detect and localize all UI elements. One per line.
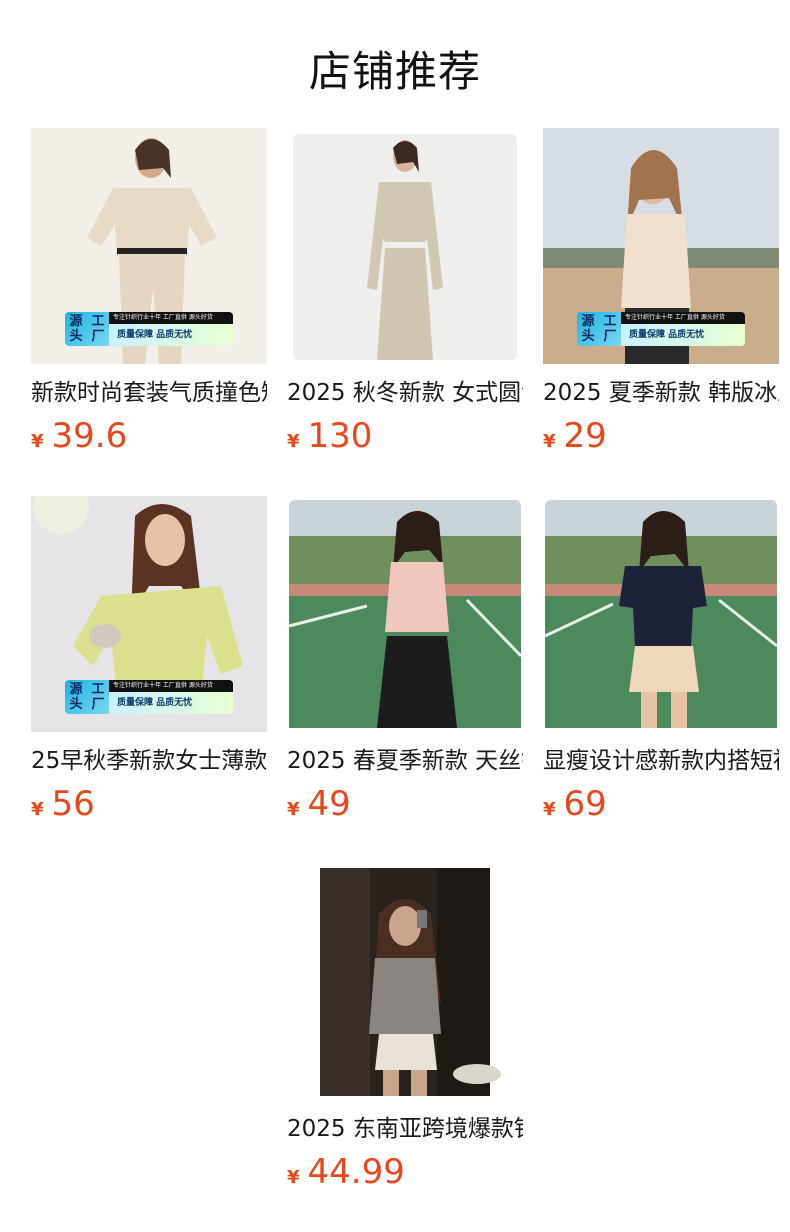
product-image[interactable] xyxy=(543,496,779,732)
product-card[interactable]: 源头 工厂 专注针织行业十年 工厂直供 源头好货 质量保障 品质无忧 新款时尚套装… xyxy=(31,128,267,468)
currency-symbol: ¥ xyxy=(287,431,300,452)
factory-badge: 源头 工厂 专注针织行业十年 工厂直供 源头好货 质量保障 品质无忧 xyxy=(577,312,745,346)
product-card[interactable]: 显瘦设计感新款内搭短袖针织衫 ¥69 xyxy=(543,496,779,836)
product-image[interactable]: 源头 工厂 专注针织行业十年 工厂直供 源头好货 质量保障 品质无忧 xyxy=(31,128,267,364)
product-price: ¥44.99 xyxy=(287,1152,405,1192)
product-price: ¥130 xyxy=(287,416,373,456)
product-price: ¥49 xyxy=(287,784,351,824)
product-price: ¥69 xyxy=(543,784,607,824)
currency-symbol: ¥ xyxy=(287,799,300,820)
product-card[interactable]: 源头 工厂 专注针织行业十年 工厂直供 源头好货 质量保障 品质无忧 2025 夏… xyxy=(543,128,779,468)
currency-symbol: ¥ xyxy=(31,799,44,820)
product-image[interactable]: 源头 工厂 专注针织行业十年 工厂直供 源头好货 质量保障 品质无忧 xyxy=(31,496,267,732)
factory-badge: 源头 工厂 专注针织行业十年 工厂直供 源头好货 质量保障 品质无忧 xyxy=(65,680,233,714)
product-price: ¥29 xyxy=(543,416,607,456)
product-photo xyxy=(293,134,517,360)
product-card[interactable]: 2025 东南亚跨境爆款针织开衫 ¥44.99 xyxy=(287,864,523,1204)
currency-symbol: ¥ xyxy=(543,431,556,452)
product-name[interactable]: 2025 东南亚跨境爆款针织开衫 xyxy=(287,1112,523,1146)
product-image[interactable]: 源头 工厂 专注针织行业十年 工厂直供 源头好货 质量保障 品质无忧 xyxy=(543,128,779,364)
product-name[interactable]: 新款时尚套装气质撞色短袖针织衫 xyxy=(31,376,267,410)
product-photo xyxy=(320,868,501,1096)
product-card[interactable]: 源头 工厂 专注针织行业十年 工厂直供 源头好货 质量保障 品质无忧 25早秋季新… xyxy=(31,496,267,836)
product-photo xyxy=(288,500,523,728)
product-photo xyxy=(544,500,778,728)
product-card[interactable]: 2025 春夏季新款 天丝针织短袖上衣 ¥49 xyxy=(287,496,523,836)
section-title: 店铺推荐 xyxy=(308,47,481,96)
factory-badge: 源头 工厂 专注针织行业十年 工厂直供 源头好货 质量保障 品质无忧 xyxy=(65,312,233,346)
product-name[interactable]: 2025 秋冬新款 女式圆领针织上衣半身裙 xyxy=(287,376,523,410)
product-card[interactable]: 2025 秋冬新款 女式圆领针织上衣半身裙 ¥130 xyxy=(287,128,523,468)
currency-symbol: ¥ xyxy=(31,431,44,452)
product-name[interactable]: 显瘦设计感新款内搭短袖针织衫 xyxy=(543,744,779,778)
product-price: ¥39.6 xyxy=(31,416,128,456)
product-image[interactable] xyxy=(287,864,523,1100)
product-price: ¥56 xyxy=(31,784,95,824)
product-name[interactable]: 2025 春夏季新款 天丝针织短袖上衣 xyxy=(287,744,523,778)
currency-symbol: ¥ xyxy=(287,1167,300,1188)
product-image[interactable] xyxy=(287,496,523,732)
product-name[interactable]: 2025 夏季新款 韩版冰丝针织背心 xyxy=(543,376,779,410)
currency-symbol: ¥ xyxy=(543,799,556,820)
product-image[interactable] xyxy=(287,128,523,364)
product-name[interactable]: 25早秋季新款女士薄款镂空针织开衫 xyxy=(31,744,267,778)
